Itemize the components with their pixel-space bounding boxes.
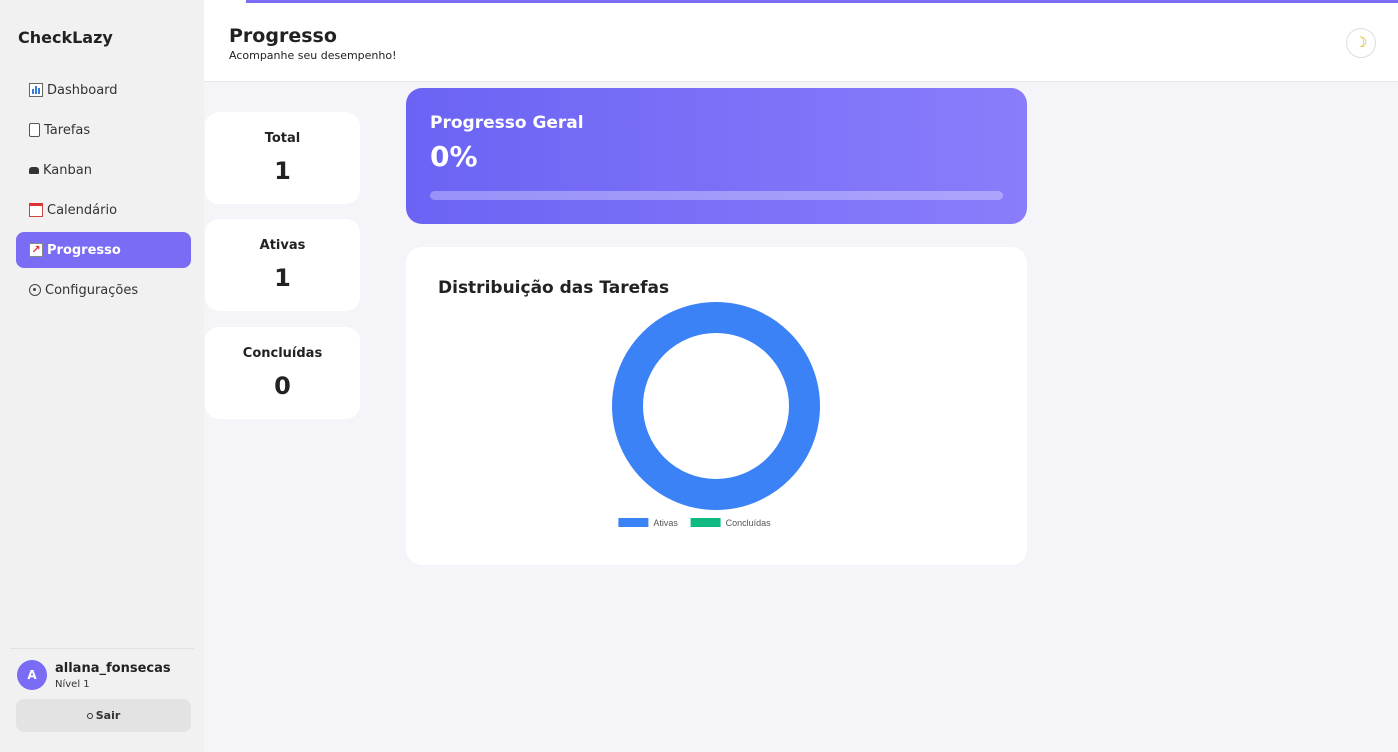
user-level: Nível 1 [55,679,90,690]
sidebar: CheckLazy Dashboard Tarefas Kanban Calen… [0,0,204,752]
page-subtitle: Acompanhe seu desempenho! [229,49,397,62]
theme-toggle-button[interactable]: ☽ [1346,28,1376,58]
logout-label: Sair [95,709,121,722]
username: allana_fonsecas [55,661,171,676]
sidebar-item-label: Progresso [47,242,121,258]
page-header: Progresso Acompanhe seu desempenho! ☽ [204,0,1398,82]
sidebar-item-configuracoes[interactable]: Configurações [16,272,191,308]
legend-label-concluídas[interactable]: Concluídas [726,518,772,528]
stat-card-concluidas: Concluídas 0 [205,327,360,419]
sidebar-item-label: Calendário [47,202,118,218]
stat-label: Total [264,131,301,146]
moon-icon: ☽ [1354,35,1368,51]
legend-label-ativas[interactable]: Ativas [653,518,678,528]
divider [10,648,194,649]
sidebar-item-tarefas[interactable]: Tarefas [16,112,191,148]
legend-swatch-concluídas[interactable] [690,518,721,527]
progress-bar [430,191,1003,200]
donut-chart: Ativas Concluídas [612,302,820,528]
logout-icon [86,712,93,719]
sidebar-item-label: Tarefas [44,122,91,138]
stat-label: Concluídas [242,346,323,361]
stat-card-ativas: Ativas 1 [205,219,360,311]
stat-value: 1 [274,157,291,185]
sidebar-item-calendario[interactable]: Calendário [16,192,191,228]
sidebar-item-dashboard[interactable]: Dashboard [16,72,191,108]
stat-value: 1 [274,264,291,292]
sidebar-item-label: Kanban [43,162,92,178]
calendar-icon [29,203,43,217]
progress-title: Progresso Geral [430,113,584,133]
kanban-icon [29,166,39,174]
donut-slice-ativas[interactable] [612,302,820,510]
progress-percent: 0% [430,140,478,173]
chart-card: Distribuição das Tarefas Ativas Concluída… [406,247,1027,565]
app-logo[interactable]: CheckLazy [18,28,113,47]
accent-bar [246,0,1398,3]
page-title: Progresso [229,25,337,47]
legend-swatch-ativas[interactable] [618,518,649,527]
sidebar-nav: Dashboard Tarefas Kanban Calendário ↗ Pr… [16,72,191,312]
clipboard-icon [29,123,40,137]
bar-chart-icon [29,83,43,97]
stat-value: 0 [274,372,291,400]
sidebar-item-kanban[interactable]: Kanban [16,152,191,188]
gear-icon [29,284,41,296]
sidebar-item-label: Configurações [45,282,139,298]
sidebar-item-label: Dashboard [47,82,118,98]
sidebar-item-progresso[interactable]: ↗ Progresso [16,232,191,268]
progress-card: Progresso Geral 0% [406,88,1027,224]
avatar[interactable]: A [17,660,47,690]
trend-chart-icon: ↗ [29,243,43,257]
logout-button[interactable]: Sair [16,699,191,732]
stat-card-total: Total 1 [205,112,360,204]
stat-label: Ativas [259,238,306,253]
